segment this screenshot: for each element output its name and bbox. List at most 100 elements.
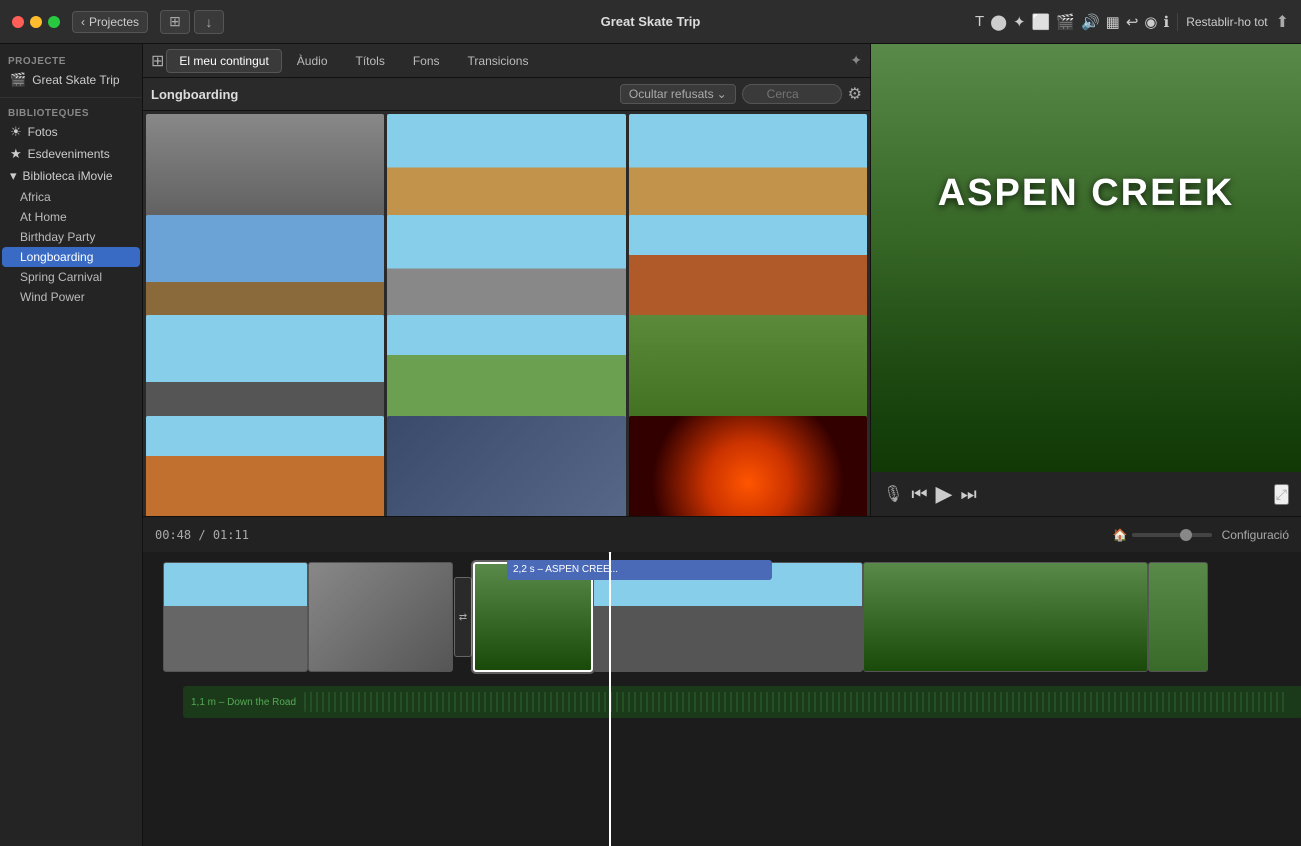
thumb-scene — [146, 416, 384, 517]
stabilize-tool-icon[interactable]: ↩ — [1126, 13, 1139, 31]
text-tool-icon[interactable]: T — [975, 13, 984, 30]
clip-2[interactable] — [308, 562, 453, 672]
sidebar-item-wind-power[interactable]: Wind Power — [2, 287, 140, 307]
search-wrapper: 🔍 — [742, 84, 842, 104]
thumbnail-item[interactable] — [146, 416, 384, 517]
wand-icon[interactable]: ✦ — [850, 52, 862, 69]
audio-track-wrapper: 1,1 m – Down the Road — [163, 686, 1301, 718]
sidebar-item-photos[interactable]: ☀ Fotos — [2, 121, 140, 143]
sidebar-divider — [0, 97, 142, 98]
transition-marker[interactable]: ⇄ — [453, 562, 473, 672]
rewind-button[interactable]: ⏮ — [911, 484, 927, 505]
forward-button[interactable]: ⏭ — [960, 484, 976, 505]
titlebar-tools: ⊞ ↓ — [160, 10, 224, 34]
media-toolbar-right: Ocultar refusats ⌄ 🔍 ⚙ — [620, 84, 862, 104]
traffic-lights — [0, 16, 72, 28]
media-browser: ⊞ El meu contingut Àudio Títols Fons Tra… — [143, 44, 871, 516]
sidebar-item-longboarding[interactable]: Longboarding — [2, 247, 140, 267]
tab-backgrounds[interactable]: Fons — [400, 49, 453, 73]
thumbnail-item[interactable] — [387, 416, 625, 517]
preview-video: ASPEN CREEK — [871, 44, 1301, 472]
close-button[interactable] — [12, 16, 24, 28]
speed-tool-icon[interactable]: ▦ — [1106, 13, 1120, 31]
film-icon: 🎬 — [10, 72, 26, 88]
media-grid-view-button[interactable]: ⊞ — [151, 51, 164, 71]
info-icon[interactable]: ℹ — [1164, 13, 1170, 31]
tab-my-content[interactable]: El meu contingut — [166, 49, 281, 73]
chevron-down-icon: ▾ — [10, 168, 17, 184]
projects-button[interactable]: ‹ Projectes — [72, 11, 148, 33]
filter-tool-icon[interactable]: ✦ — [1013, 13, 1026, 31]
sidebar-item-at-home[interactable]: At Home — [2, 207, 140, 227]
play-button[interactable]: ▶ — [936, 481, 953, 507]
preview-area: ASPEN CREEK 🎙 ⏮ ▶ ⏭ ⤢ — [871, 44, 1301, 516]
photos-label: Fotos — [28, 125, 58, 139]
clip-6[interactable] — [1148, 562, 1208, 672]
config-button[interactable]: Configuració — [1222, 528, 1289, 542]
playhead-triangle — [603, 552, 617, 554]
top-section: ⊞ El meu contingut Àudio Títols Fons Tra… — [143, 44, 1301, 516]
sidebar-item-events[interactable]: ★ Esdeveniments — [2, 143, 140, 165]
media-browser-title: Longboarding — [151, 87, 612, 102]
search-input[interactable] — [742, 84, 842, 104]
sidebar-item-birthday-party[interactable]: Birthday Party — [2, 227, 140, 247]
toolbar-separator — [1177, 13, 1178, 31]
audio-track[interactable]: 1,1 m – Down the Road — [183, 686, 1301, 718]
share-button[interactable]: ⬆ — [1276, 12, 1289, 32]
sidebar: PROJECTE 🎬 Great Skate Trip BIBLIOTEQUES… — [0, 44, 143, 846]
color-tool-icon[interactable]: ⬤ — [990, 13, 1007, 31]
project-name: Great Skate Trip — [32, 73, 119, 87]
titlebar-right: T ⬤ ✦ ⬜ 🎬 🔊 ▦ ↩ ◉ ℹ Restablir-ho tot ⬆ — [975, 12, 1301, 32]
zoom-track — [1132, 533, 1212, 537]
chevron-down-icon: ⌄ — [717, 87, 727, 101]
settings-icon[interactable]: ⚙ — [848, 84, 862, 104]
fullscreen-button[interactable] — [48, 16, 60, 28]
sidebar-item-africa[interactable]: Africa — [2, 187, 140, 207]
sidebar-item-project[interactable]: 🎬 Great Skate Trip — [2, 69, 140, 91]
clip-1[interactable] — [163, 562, 308, 672]
window-title: Great Skate Trip — [601, 14, 701, 29]
project-section-label: PROJECTE — [0, 52, 142, 69]
sidebar-item-imovie-library[interactable]: ▾ Biblioteca iMovie — [2, 165, 140, 187]
audio-waveform — [304, 692, 1287, 712]
reset-all-button[interactable]: Restablir-ho tot — [1186, 15, 1267, 29]
tracks-inner: 2,2 s – ASPEN CREE... ⇄ — [143, 552, 1301, 846]
preview-title-text: ASPEN CREEK — [938, 172, 1235, 215]
tab-transitions[interactable]: Transicions — [455, 49, 542, 73]
transition-icon: ⇄ — [454, 577, 472, 657]
toolbar-icons: T ⬤ ✦ ⬜ 🎬 🔊 ▦ ↩ ◉ ℹ Restablir-ho tot — [975, 13, 1268, 31]
grid-view-button[interactable]: ⊞ — [160, 10, 190, 34]
zoom-slider[interactable]: 🏠 — [1113, 528, 1212, 542]
thumbnail-item[interactable] — [629, 416, 867, 517]
zoom-out-icon[interactable]: 🏠 — [1113, 528, 1128, 542]
fullscreen-button[interactable]: ⤢ — [1274, 484, 1289, 505]
crop-tool-icon[interactable]: ⬜ — [1032, 13, 1051, 31]
mic-button[interactable]: 🎙 — [883, 484, 903, 504]
thumb-scene — [387, 416, 625, 517]
volume-tool-icon[interactable]: 🔊 — [1081, 13, 1100, 31]
titlebar: ‹ Projectes ⊞ ↓ Great Skate Trip T ⬤ ✦ ⬜… — [0, 0, 1301, 44]
media-tabs: ⊞ El meu contingut Àudio Títols Fons Tra… — [143, 44, 870, 78]
hide-rejected-button[interactable]: Ocultar refusats ⌄ — [620, 84, 736, 104]
tab-titles[interactable]: Títols — [343, 49, 398, 73]
zoom-thumb — [1180, 529, 1192, 541]
events-label: Esdeveniments — [28, 147, 110, 161]
clip-5[interactable] — [863, 562, 1148, 672]
sidebar-item-spring-carnival[interactable]: Spring Carnival — [2, 267, 140, 287]
minimize-button[interactable] — [30, 16, 42, 28]
thumb-scene — [629, 416, 867, 517]
libraries-section-label: BIBLIOTEQUES — [0, 104, 142, 121]
timeline-tracks[interactable]: 2,2 s – ASPEN CREE... ⇄ — [143, 552, 1301, 846]
star-icon: ★ — [10, 146, 22, 162]
import-button[interactable]: ↓ — [194, 10, 224, 34]
chevron-left-icon: ‹ — [81, 15, 85, 29]
playhead[interactable] — [609, 552, 611, 846]
title-clip[interactable]: 2,2 s – ASPEN CREE... — [507, 560, 772, 580]
timeline-header: 00:48 / 01:11 🏠 Configuració — [143, 516, 1301, 552]
clip-icon-camera: ⬜ — [485, 562, 503, 564]
camera-tool-icon[interactable]: 🎬 — [1056, 13, 1075, 31]
tab-audio[interactable]: Àudio — [284, 49, 341, 73]
sun-icon: ☀ — [10, 124, 22, 140]
audio-label: 1,1 m – Down the Road — [191, 697, 296, 708]
360-tool-icon[interactable]: ◉ — [1144, 13, 1157, 31]
